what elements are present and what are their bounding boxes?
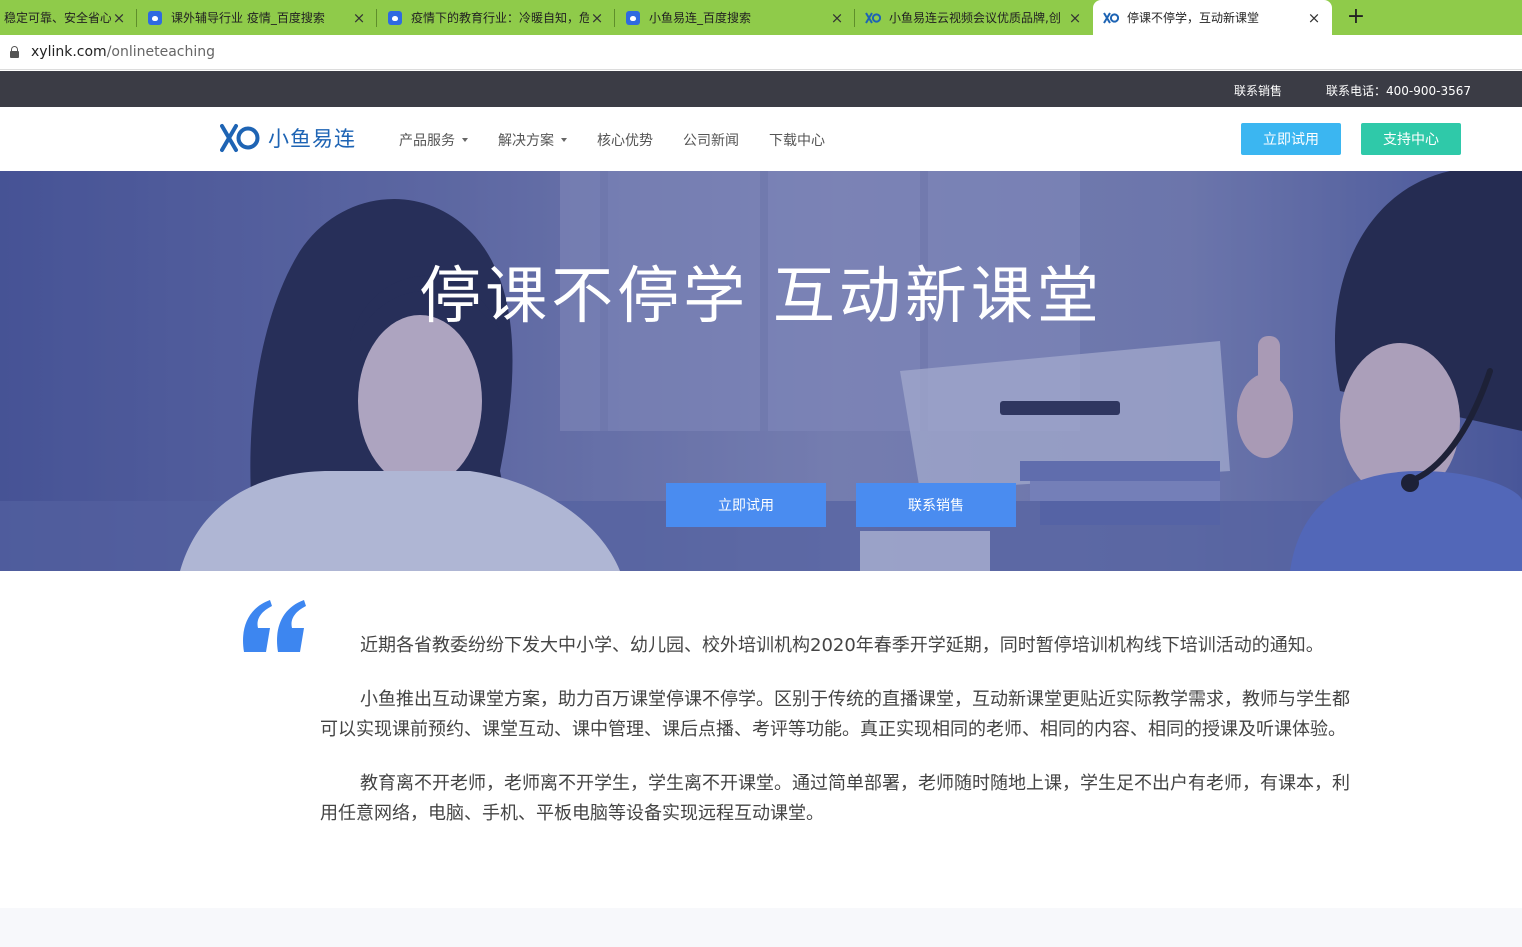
close-icon[interactable]: × — [589, 9, 605, 27]
quote-mark-icon — [243, 600, 306, 652]
tab-title: 课外辅导行业 疫情_百度搜索 — [171, 11, 325, 25]
intro-paragraph: 小鱼推出互动课堂方案，助力百万课堂停课不停学。区别于传统的直播课堂，互动新课堂更… — [320, 689, 1350, 740]
xylink-icon — [865, 10, 881, 26]
close-icon[interactable]: × — [1067, 9, 1083, 27]
lock-icon[interactable] — [10, 46, 19, 58]
nav-item-label: 解决方案 — [498, 133, 554, 149]
nav-item-downloads[interactable]: 下载中心 — [769, 130, 825, 150]
address-bar[interactable]: xylink.com/onlineteaching — [0, 35, 1522, 70]
site-top-bar: 联系销售 联系电话：400-900-3567 — [0, 71, 1522, 107]
main-nav: 小鱼易连 产品服务 解决方案 核心优势 公司新闻 下载中心 立即试用 支持中心 — [0, 107, 1522, 171]
url-path: /onlineteaching — [106, 44, 216, 60]
close-icon[interactable]: × — [1306, 9, 1322, 27]
nav-item-products[interactable]: 产品服务 — [399, 130, 468, 150]
close-icon[interactable]: × — [829, 9, 845, 27]
next-section-band — [0, 908, 1522, 947]
tab-title: 停课不停学，互动新课堂 — [1127, 11, 1260, 25]
browser-tab[interactable]: 小鱼易连_百度搜索 × — [615, 0, 855, 35]
contact-sales-link[interactable]: 联系销售 — [1234, 82, 1282, 99]
close-icon[interactable]: × — [351, 9, 367, 27]
xylink-icon — [1103, 10, 1119, 26]
browser-tab-active[interactable]: 停课不停学，互动新课堂 × — [1093, 0, 1332, 35]
site-logo[interactable]: 小鱼易连 — [220, 123, 356, 153]
baidu-icon — [625, 10, 641, 26]
nav-menu: 产品服务 解决方案 核心优势 公司新闻 下载中心 — [399, 130, 855, 150]
nav-item-label: 产品服务 — [399, 133, 455, 149]
tab-title: 稳定可靠、安全省心 — [4, 11, 111, 25]
close-icon[interactable]: × — [111, 9, 127, 27]
baidu-icon — [147, 10, 163, 26]
tab-title: 小鱼易连云视频会议优质品牌,创 — [889, 11, 1061, 25]
nav-item-advantages[interactable]: 核心优势 — [597, 130, 653, 150]
new-tab-button[interactable]: + — [1342, 2, 1370, 32]
xylink-logo-icon — [220, 124, 260, 152]
hero-free-trial-button[interactable]: 立即试用 — [666, 483, 826, 527]
caret-down-icon — [561, 138, 567, 142]
logo-text: 小鱼易连 — [268, 127, 356, 151]
url-text[interactable]: xylink.com/onlineteaching — [31, 44, 215, 60]
free-trial-button[interactable]: 立即试用 — [1241, 123, 1341, 155]
url-host: xylink.com — [31, 44, 107, 60]
browser-tab[interactable]: 课外辅导行业 疫情_百度搜索 × — [137, 0, 377, 35]
contact-phone: 联系电话：400-900-3567 — [1326, 84, 1472, 98]
hero-title: 停课不停学 互动新课堂 — [419, 259, 1103, 332]
hero-banner: 停课不停学 互动新课堂 立即试用 联系销售 — [0, 171, 1522, 571]
browser-tab[interactable]: 疫情下的教育行业：冷暖自知，危 × — [377, 0, 615, 35]
tab-title: 小鱼易连_百度搜索 — [649, 11, 752, 25]
nav-item-news[interactable]: 公司新闻 — [683, 130, 739, 150]
nav-item-solutions[interactable]: 解决方案 — [498, 130, 567, 150]
intro-paragraph: 近期各省教委纷纷下发大中小学、幼儿园、校外培训机构2020年春季开学延期，同时暂… — [360, 635, 1324, 656]
intro-paragraph: 教育离不开老师，老师离不开学生，学生离不开课堂。通过简单部署，老师随时随地上课，… — [320, 773, 1350, 824]
browser-tab-bar: 稳定可靠、安全省心 × 课外辅导行业 疫情_百度搜索 × 疫情下的教育行业：冷暖… — [0, 0, 1522, 35]
caret-down-icon — [462, 138, 468, 142]
browser-tab[interactable]: 小鱼易连云视频会议优质品牌,创 × — [855, 0, 1093, 35]
browser-tab[interactable]: 稳定可靠、安全省心 × — [0, 0, 137, 35]
support-center-button[interactable]: 支持中心 — [1361, 123, 1461, 155]
hero-contact-sales-button[interactable]: 联系销售 — [856, 483, 1016, 527]
baidu-icon — [387, 10, 403, 26]
tab-title: 疫情下的教育行业：冷暖自知，危 — [411, 11, 589, 25]
